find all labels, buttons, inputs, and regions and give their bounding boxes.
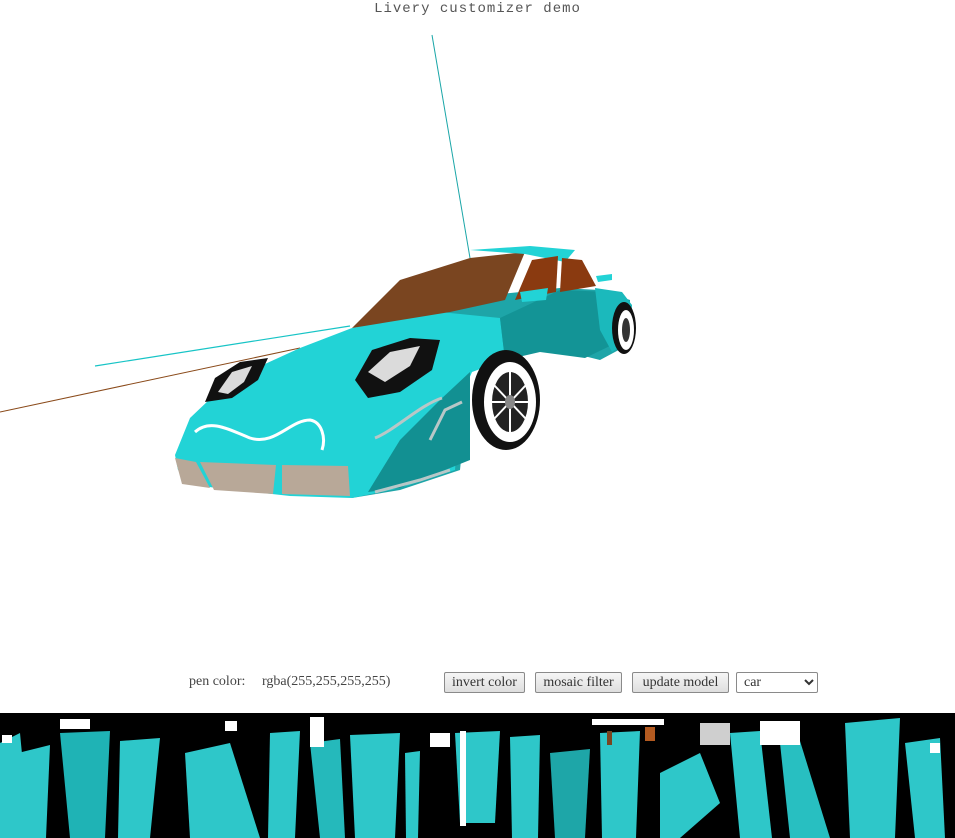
pen-color-value: rgba(255,255,255,255) (262, 674, 391, 689)
texture-canvas[interactable] (0, 713, 955, 838)
mosaic-filter-button[interactable]: mosaic filter (535, 672, 622, 693)
page-title: Livery customizer demo (374, 1, 581, 17)
3d-viewport[interactable] (0, 20, 955, 665)
controls-bar: pen color: rgba(255,255,255,255) invert … (0, 671, 955, 695)
car-spoiler (596, 274, 612, 282)
car-model[interactable] (175, 246, 636, 498)
car-rear-window (560, 258, 596, 292)
invert-color-button[interactable]: invert color (444, 672, 525, 693)
car-grille-right (282, 465, 350, 496)
model-select[interactable]: car (736, 672, 818, 693)
car-front-wheel (472, 350, 540, 450)
axis-line-y (431, 34, 471, 259)
car-grille-center (200, 462, 276, 494)
pen-color-label: pen color: (189, 674, 246, 689)
update-model-button[interactable]: update model (632, 672, 729, 693)
car-rear-wheel (612, 302, 636, 354)
